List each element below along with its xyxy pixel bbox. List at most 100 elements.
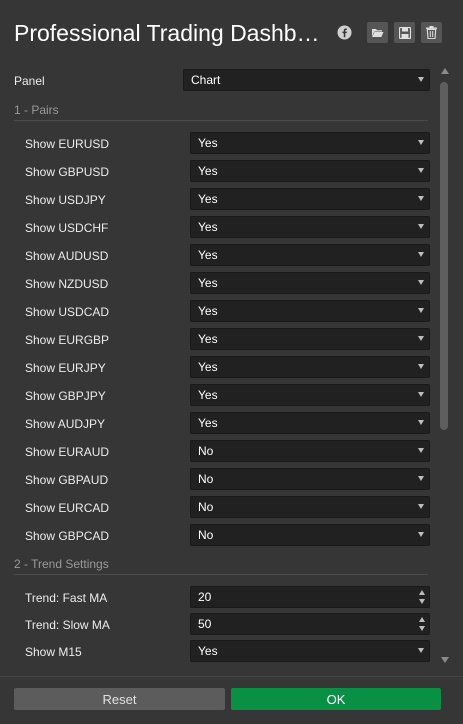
chevron-down-icon bbox=[418, 392, 424, 397]
select-value: Yes bbox=[198, 304, 218, 318]
setting-label: Show M15 bbox=[25, 645, 82, 659]
select-value: No bbox=[198, 472, 214, 486]
gbpcad-select[interactable]: No bbox=[190, 524, 430, 546]
section-header-trend: 2 - Trend Settings bbox=[14, 556, 428, 575]
scroll-up-icon[interactable] bbox=[441, 68, 449, 74]
section-title: 2 - Trend Settings bbox=[14, 557, 109, 571]
setting-row-nzdusd: Show NZDUSD Yes bbox=[0, 272, 436, 296]
nzdusd-select[interactable]: Yes bbox=[190, 272, 430, 294]
select-value: No bbox=[198, 444, 214, 458]
gbpaud-select[interactable]: No bbox=[190, 468, 430, 490]
chevron-down-icon bbox=[418, 364, 424, 369]
select-value: Yes bbox=[198, 248, 218, 262]
spin-down-icon[interactable] bbox=[419, 599, 425, 604]
audusd-select[interactable]: Yes bbox=[190, 244, 430, 266]
setting-row-usdcad: Show USDCAD Yes bbox=[0, 300, 436, 324]
setting-row-audusd: Show AUDUSD Yes bbox=[0, 244, 436, 268]
setting-row-eurgbp: Show EURGBP Yes bbox=[0, 328, 436, 352]
gbpusd-select[interactable]: Yes bbox=[190, 160, 430, 182]
chevron-down-icon bbox=[418, 448, 424, 453]
facebook-icon[interactable] bbox=[334, 22, 354, 42]
eurgbp-select[interactable]: Yes bbox=[190, 328, 430, 350]
select-value: No bbox=[198, 500, 214, 514]
setting-row-gbpusd: Show GBPUSD Yes bbox=[0, 160, 436, 184]
setting-label: Trend: Slow MA bbox=[25, 618, 110, 632]
eurjpy-select[interactable]: Yes bbox=[190, 356, 430, 378]
chevron-down-icon bbox=[418, 77, 424, 82]
setting-row-gbpjpy: Show GBPJPY Yes bbox=[0, 384, 436, 408]
m15-select[interactable]: Yes bbox=[190, 640, 430, 662]
chevron-down-icon bbox=[418, 504, 424, 509]
trash-icon[interactable] bbox=[421, 22, 442, 43]
chevron-down-icon bbox=[418, 252, 424, 257]
chevron-down-icon bbox=[418, 140, 424, 145]
section-header-pairs: 1 - Pairs bbox=[14, 102, 428, 121]
chevron-down-icon bbox=[418, 224, 424, 229]
select-value: Yes bbox=[198, 360, 218, 374]
usdchf-select[interactable]: Yes bbox=[190, 216, 430, 238]
setting-label: Show USDJPY bbox=[25, 193, 106, 207]
usdcad-select[interactable]: Yes bbox=[190, 300, 430, 322]
spin-up-icon[interactable] bbox=[419, 590, 425, 595]
setting-row-eurjpy: Show EURJPY Yes bbox=[0, 356, 436, 380]
slow-ma-spinner[interactable]: 50 bbox=[190, 613, 430, 635]
setting-row-audjpy: Show AUDJPY Yes bbox=[0, 412, 436, 436]
setting-row-fast-ma: Trend: Fast MA 20 bbox=[0, 586, 436, 610]
chevron-down-icon bbox=[418, 420, 424, 425]
setting-label: Show GBPAUD bbox=[25, 473, 109, 487]
setting-label: Show GBPUSD bbox=[25, 165, 110, 179]
setting-row-usdjpy: Show USDJPY Yes bbox=[0, 188, 436, 212]
audjpy-select[interactable]: Yes bbox=[190, 412, 430, 434]
setting-row-gbpaud: Show GBPAUD No bbox=[0, 468, 436, 492]
chevron-down-icon bbox=[418, 532, 424, 537]
select-value: Yes bbox=[198, 416, 218, 430]
select-value: Yes bbox=[198, 644, 218, 658]
euraud-select[interactable]: No bbox=[190, 440, 430, 462]
reset-button[interactable]: Reset bbox=[14, 688, 225, 710]
panel-select[interactable]: Chart bbox=[183, 69, 430, 91]
scrollbar[interactable] bbox=[438, 62, 452, 672]
gbpjpy-select[interactable]: Yes bbox=[190, 384, 430, 406]
scroll-down-icon[interactable] bbox=[441, 657, 449, 663]
setting-label: Show EURUSD bbox=[25, 137, 110, 151]
chevron-down-icon bbox=[418, 336, 424, 341]
fast-ma-spinner[interactable]: 20 bbox=[190, 586, 430, 608]
spinner-value: 20 bbox=[198, 590, 212, 604]
setting-row-gbpcad: Show GBPCAD No bbox=[0, 524, 436, 548]
ok-button[interactable]: OK bbox=[231, 688, 441, 710]
setting-label: Show NZDUSD bbox=[25, 277, 109, 291]
settings-content: Panel Chart 1 - Pairs Show EURUSD Yes Sh… bbox=[0, 62, 463, 672]
panel-select-value: Chart bbox=[191, 73, 221, 87]
chevron-down-icon bbox=[418, 196, 424, 201]
chevron-down-icon bbox=[418, 476, 424, 481]
select-value: No bbox=[198, 528, 214, 542]
panel-label: Panel bbox=[14, 74, 45, 88]
select-value: Yes bbox=[198, 136, 218, 150]
setting-label: Show USDCHF bbox=[25, 221, 109, 235]
setting-label: Show USDCAD bbox=[25, 305, 110, 319]
setting-label: Show EURAUD bbox=[25, 445, 110, 459]
chevron-down-icon bbox=[418, 308, 424, 313]
chevron-down-icon bbox=[418, 648, 424, 653]
setting-row-eurcad: Show EURCAD No bbox=[0, 496, 436, 520]
setting-row-usdchf: Show USDCHF Yes bbox=[0, 216, 436, 240]
dialog-footer: Reset OK bbox=[0, 676, 463, 724]
section-title: 1 - Pairs bbox=[14, 103, 59, 117]
select-value: Yes bbox=[198, 164, 218, 178]
setting-row-m15: Show M15 Yes bbox=[0, 640, 436, 664]
setting-row-slow-ma: Trend: Slow MA 50 bbox=[0, 613, 436, 637]
spin-down-icon[interactable] bbox=[419, 626, 425, 631]
eurusd-select[interactable]: Yes bbox=[190, 132, 430, 154]
save-icon[interactable] bbox=[394, 22, 415, 43]
folder-open-icon[interactable] bbox=[367, 22, 388, 43]
usdjpy-select[interactable]: Yes bbox=[190, 188, 430, 210]
scrollbar-thumb[interactable] bbox=[440, 82, 448, 430]
eurcad-select[interactable]: No bbox=[190, 496, 430, 518]
select-value: Yes bbox=[198, 332, 218, 346]
setting-label: Show GBPCAD bbox=[25, 529, 110, 543]
select-value: Yes bbox=[198, 276, 218, 290]
spin-up-icon[interactable] bbox=[419, 617, 425, 622]
panel-row: Panel Chart bbox=[0, 69, 436, 93]
select-value: Yes bbox=[198, 388, 218, 402]
setting-label: Show EURJPY bbox=[25, 361, 106, 375]
